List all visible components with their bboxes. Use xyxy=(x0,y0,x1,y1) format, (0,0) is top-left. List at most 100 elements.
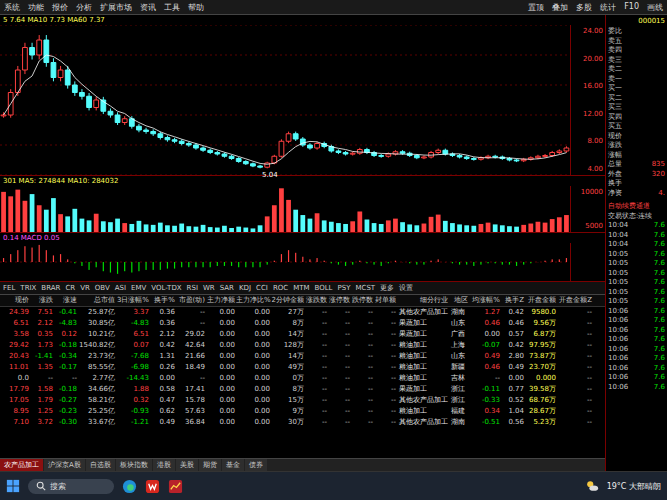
column-header[interactable]: 封单额 xyxy=(374,295,397,306)
indicator-tab[interactable]: VOL-TDX xyxy=(151,282,181,294)
sheet-tab[interactable]: 板块指数 xyxy=(116,459,152,471)
menu-item[interactable]: 系统 xyxy=(4,2,20,13)
sheet-tab[interactable]: 期货 xyxy=(199,459,221,471)
table-row[interactable]: 8.951.25-0.2325.25亿-0.930.6257.630.000.0… xyxy=(0,406,605,417)
indicator-tab[interactable]: EMV xyxy=(131,282,146,294)
macd-bar xyxy=(231,262,232,266)
column-header[interactable]: 均涨幅% xyxy=(469,295,501,306)
column-header[interactable]: 开盘金额Z xyxy=(557,295,593,306)
indicator-tab[interactable]: WR xyxy=(203,282,215,294)
sheet-tab[interactable]: 沪深京A股 xyxy=(44,459,85,471)
column-header[interactable]: 涨停数 xyxy=(328,295,351,306)
indicator-tab[interactable]: MCST xyxy=(355,282,375,294)
volume-chart[interactable] xyxy=(0,186,570,232)
axis-label: 24.00 xyxy=(573,27,603,35)
column-header[interactable]: 换手Z xyxy=(501,295,525,306)
column-header[interactable]: 主力净额 xyxy=(206,295,236,306)
menu-item[interactable]: 帮助 xyxy=(188,2,204,13)
menu-item[interactable]: 扩展市场 xyxy=(100,2,132,13)
table-row[interactable]: 7.103.72-0.3033.67亿-1.210.4936.840.000.0… xyxy=(0,417,605,428)
table-cell: -- xyxy=(557,362,593,373)
column-header[interactable]: 涨跌 xyxy=(30,295,54,306)
indicator-tab[interactable]: MTM xyxy=(293,282,309,294)
indicator-tab[interactable]: FEL xyxy=(3,282,15,294)
sheet-tab[interactable]: 港股 xyxy=(153,459,175,471)
volume-bar xyxy=(386,220,391,232)
toolbar-button[interactable]: F10 xyxy=(624,2,639,13)
volume-bar xyxy=(479,224,484,232)
indicator-tab[interactable]: RSI xyxy=(187,282,198,294)
table-cell: 浙江 xyxy=(449,384,469,395)
menu-item[interactable]: 分析 xyxy=(76,2,92,13)
indicator-tab[interactable]: CR xyxy=(65,282,75,294)
table-cell: 0.49 xyxy=(501,362,525,373)
volume-bar xyxy=(557,217,562,232)
toolbar-button[interactable]: 叠加 xyxy=(552,2,568,13)
column-header[interactable]: 现价 xyxy=(4,295,30,306)
sheet-tab[interactable]: 自选股 xyxy=(86,459,115,471)
column-header[interactable]: 涨速 xyxy=(54,295,78,306)
column-header[interactable]: 细分行业 xyxy=(397,295,449,306)
sheet-tab[interactable]: 农产品加工 xyxy=(0,459,43,471)
column-header[interactable]: 主力净比% xyxy=(236,295,271,306)
table-cell: 14万 xyxy=(271,329,305,340)
table-cell: 粮油加工 xyxy=(397,406,449,417)
stock-app-icon[interactable] xyxy=(168,479,183,494)
weather-text[interactable]: 19°C 大部晴朗 xyxy=(607,481,661,492)
indicator-tab[interactable]: TRIX xyxy=(20,282,36,294)
column-header[interactable]: 总市值 xyxy=(78,295,116,306)
table-row[interactable]: 20.43-1.41-0.3423.73亿-7.681.3121.660.000… xyxy=(0,351,605,362)
sheet-tab[interactable]: 美股 xyxy=(176,459,198,471)
toolbar-button[interactable]: 置顶 xyxy=(528,2,544,13)
indicator-tab[interactable]: BOLL xyxy=(315,282,333,294)
column-header[interactable]: 地区 xyxy=(449,295,469,306)
indicator-tab[interactable]: CCI xyxy=(256,282,268,294)
table-row[interactable]: 3.580.350.1210.21亿6.512.1229.020.000.001… xyxy=(0,329,605,340)
table-row[interactable]: 0.0----2.77亿-14.430.00--0.000.000万------… xyxy=(0,373,605,384)
menu-item[interactable]: 资讯 xyxy=(140,2,156,13)
column-header[interactable]: 涨跌数 xyxy=(305,295,328,306)
table-row[interactable]: 17.051.79-0.2758.21亿0.320.4715.780.000.0… xyxy=(0,395,605,406)
table-cell: 36.84 xyxy=(176,417,206,428)
column-header[interactable]: 市盈(动) xyxy=(176,295,206,306)
column-header[interactable]: 换手% xyxy=(150,295,176,306)
menu-item[interactable]: 报价 xyxy=(52,2,68,13)
notice-text: 自动续费通道 xyxy=(608,201,665,211)
sheet-tab[interactable]: 债券 xyxy=(245,459,267,471)
toolbar-button[interactable]: 统计 xyxy=(600,2,616,13)
table-row[interactable]: 29.421.73-0.181540.82亿0.070.4242.640.000… xyxy=(0,340,605,351)
sheet-tab[interactable]: 基金 xyxy=(222,459,244,471)
toolbar-button[interactable]: 多股 xyxy=(576,2,592,13)
indicator-tab[interactable]: VR xyxy=(80,282,90,294)
table-row[interactable]: 24.397.51-0.4125.87亿3.370.36--0.000.0027… xyxy=(0,307,605,318)
toolbar-button[interactable]: 画线 xyxy=(647,2,663,13)
macd-chart[interactable] xyxy=(0,243,570,281)
wps-office-icon[interactable] xyxy=(145,479,160,494)
taskbar-search[interactable]: 搜索 xyxy=(28,479,114,494)
indicator-tab[interactable]: PSY xyxy=(338,282,351,294)
indicator-tab[interactable]: 更多 xyxy=(380,282,394,294)
menu-item[interactable]: 功能 xyxy=(28,2,44,13)
indicator-tab[interactable]: BRAR xyxy=(41,282,60,294)
table-row[interactable]: 17.791.58-0.1834.66亿1.880.5817.410.000.0… xyxy=(0,384,605,395)
indicator-tab[interactable]: ASI xyxy=(115,282,126,294)
edge-browser-icon[interactable] xyxy=(122,479,137,494)
table-row[interactable]: 6.512.12-4.8330.85亿-4.830.36--0.000.008万… xyxy=(0,318,605,329)
column-header[interactable]: 2分钟金额 xyxy=(271,295,305,306)
indicator-tab[interactable]: KDJ xyxy=(239,282,251,294)
table-cell: 上海 xyxy=(449,340,469,351)
column-header[interactable]: 跌停数 xyxy=(351,295,374,306)
volume-bar xyxy=(493,224,498,232)
indicator-tab[interactable]: ROC xyxy=(273,282,288,294)
macd-bar xyxy=(537,262,538,263)
windows-start-icon[interactable] xyxy=(6,479,20,493)
price-chart[interactable]: 5.04 xyxy=(0,25,570,175)
indicator-tab[interactable]: OBV xyxy=(95,282,110,294)
menu-item[interactable]: 工具 xyxy=(164,2,180,13)
indicator-tab[interactable]: 设置 xyxy=(399,282,413,294)
column-header[interactable]: 3日涨幅% xyxy=(116,295,150,306)
table-cell: 0.00 xyxy=(236,318,271,329)
table-row[interactable]: 11.011.35-0.1785.55亿-6.980.2618.490.000.… xyxy=(0,362,605,373)
column-header[interactable]: 开盘金额 xyxy=(525,295,557,306)
indicator-tab[interactable]: SAR xyxy=(220,282,234,294)
